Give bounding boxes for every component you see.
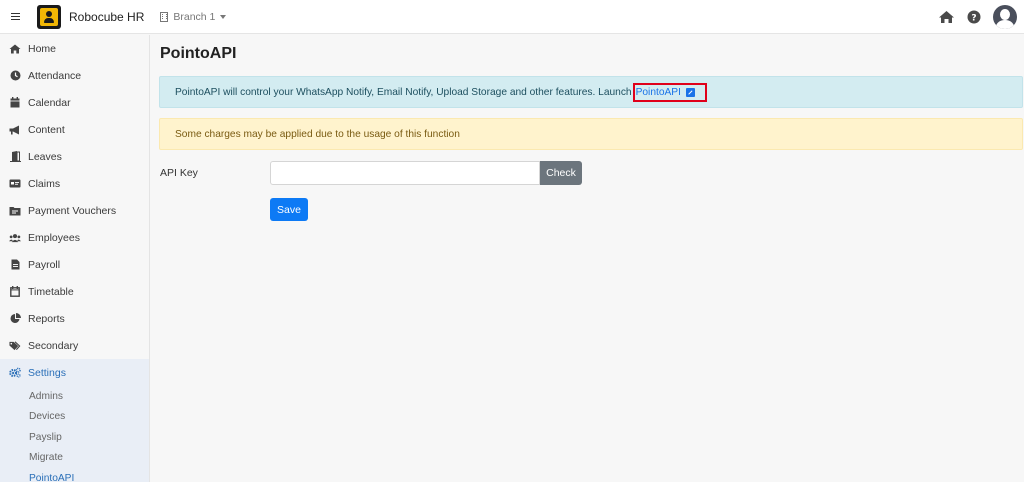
menu-icon[interactable] [0,0,30,34]
sidebar-item-label: Employees [28,231,80,244]
sidebar: Home Attendance Calendar Content Leaves … [0,35,150,482]
sidebar-subitem-payslip[interactable]: Payslip [0,427,149,448]
svg-text:?: ? [971,13,976,23]
pie-chart-icon [9,313,21,325]
help-icon[interactable]: ? [967,10,981,24]
check-button[interactable]: Check [540,161,582,185]
megaphone-icon [9,124,21,136]
sidebar-item-label: Leaves [28,150,62,163]
sidebar-item-label: Settings [28,366,66,379]
door-icon [9,151,21,163]
sidebar-item-label: Payment Vouchers [28,204,117,217]
api-key-input[interactable] [270,161,540,185]
sidebar-item-label: Home [28,42,57,55]
sidebar-item-label: Payroll [28,258,61,271]
sidebar-item-content[interactable]: Content [0,116,149,143]
cogs-icon [9,367,21,379]
home-icon [9,43,21,55]
card-icon [9,178,21,190]
sidebar-item-label: Claims [28,177,61,190]
calendar-icon [9,97,21,109]
users-icon [9,232,21,244]
settings-submenu: Admins Devices Payslip Migrate PointoAPI [0,386,149,482]
sidebar-item-claims[interactable]: Claims [0,170,149,197]
sidebar-item-home[interactable]: Home [0,35,149,62]
sidebar-item-employees[interactable]: Employees [0,224,149,251]
sidebar-item-settings[interactable]: Settings [0,359,149,386]
calendar-outline-icon [9,286,21,298]
save-button[interactable]: Save [270,198,308,221]
sidebar-item-label: Attendance [28,69,82,82]
home-icon[interactable] [938,10,955,24]
top-bar: Robocube HR Branch 1 ? [0,0,1024,34]
info-text: PointoAPI will control your WhatsApp Not… [175,86,632,98]
branch-label: Branch 1 [173,10,216,23]
tags-icon [9,340,21,352]
sidebar-item-payroll[interactable]: Payroll [0,251,149,278]
sidebar-item-attendance[interactable]: Attendance [0,62,149,89]
sidebar-subitem-pointoapi[interactable]: PointoAPI [0,468,149,482]
avatar[interactable] [993,4,1017,29]
sidebar-item-calendar[interactable]: Calendar [0,89,149,116]
sidebar-item-label: Timetable [28,285,74,298]
sidebar-subitem-admins[interactable]: Admins [0,386,149,407]
app-name: Robocube HR [69,9,145,24]
sidebar-item-label: Content [28,123,65,136]
launch-link-highlight: PointoAPI [632,82,707,102]
api-key-label: API Key [160,167,198,179]
sidebar-item-payment-vouchers[interactable]: Payment Vouchers [0,197,149,224]
sidebar-subitem-migrate[interactable]: Migrate [0,448,149,469]
main-content: PointoAPI PointoAPI will control your Wh… [150,35,1024,482]
sidebar-item-label: Secondary [28,339,79,352]
sidebar-item-leaves[interactable]: Leaves [0,143,149,170]
clock-icon [9,70,21,82]
warning-text: Some charges may be applied due to the u… [175,128,460,140]
document-icon [9,259,21,271]
pointoapi-launch-link[interactable]: PointoAPI [636,87,681,98]
external-link-icon[interactable] [685,87,695,97]
branch-selector[interactable]: Branch 1 [160,10,227,23]
info-alert: PointoAPI will control your WhatsApp Not… [159,76,1023,108]
sidebar-item-label: Calendar [28,96,71,109]
warning-alert: Some charges may be applied due to the u… [159,118,1023,150]
sidebar-subitem-devices[interactable]: Devices [0,407,149,428]
voucher-icon [9,205,21,217]
page-title: PointoAPI [160,45,237,62]
sidebar-item-reports[interactable]: Reports [0,305,149,332]
building-icon [160,11,169,22]
sidebar-item-secondary[interactable]: Secondary [0,332,149,359]
app-logo[interactable] [37,4,61,29]
sidebar-item-timetable[interactable]: Timetable [0,278,149,305]
caret-down-icon [220,14,227,19]
sidebar-item-label: Reports [28,312,65,325]
